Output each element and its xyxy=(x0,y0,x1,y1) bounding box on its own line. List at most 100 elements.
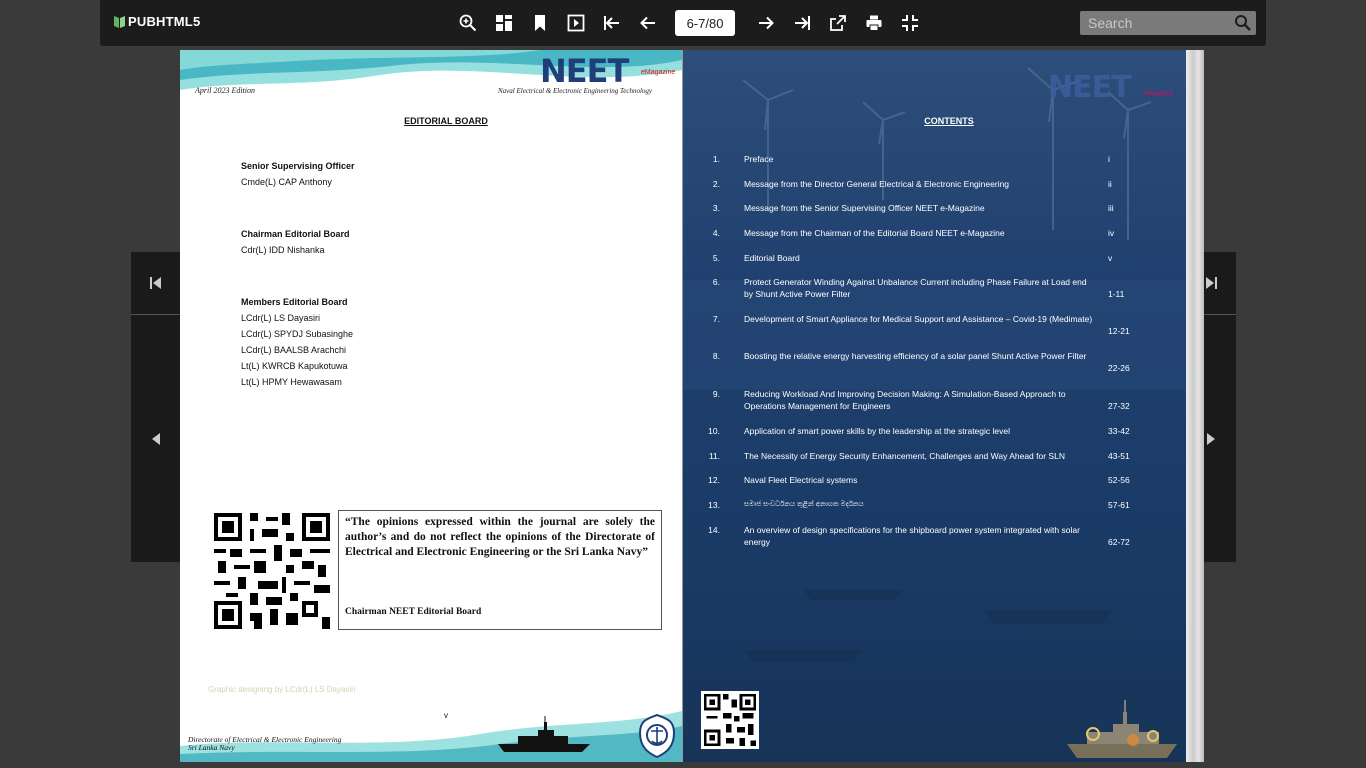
toc-title: Preface xyxy=(744,154,774,164)
print-button[interactable] xyxy=(862,11,886,35)
skip-to-first-icon xyxy=(150,277,161,289)
page-stack-edge xyxy=(1186,50,1204,762)
toc-number: 1. xyxy=(712,154,720,164)
first-page-button[interactable] xyxy=(600,11,624,35)
toc-number: 5. xyxy=(712,253,720,263)
toc-page: iii xyxy=(1108,203,1114,213)
toc-page: 52-56 xyxy=(1108,475,1130,485)
fullscreen-button[interactable] xyxy=(898,11,922,35)
edition-label: April 2023 Edition xyxy=(195,86,255,95)
section-heading: Senior Supervising Officer xyxy=(241,161,355,171)
section-heading: Chairman Editorial Board xyxy=(241,229,350,239)
single-page-icon xyxy=(567,14,585,32)
last-page-icon xyxy=(795,16,810,30)
toc-title: The Necessity of Energy Security Enhance… xyxy=(744,451,1065,461)
share-button[interactable] xyxy=(826,11,850,35)
toc-page: 62-72 xyxy=(1108,537,1130,547)
zoom-in-button[interactable] xyxy=(456,11,480,35)
toc-number: 2. xyxy=(712,179,720,189)
directorate-footer: Directorate of Electrical & Electronic E… xyxy=(188,736,341,752)
qr-code-image xyxy=(214,513,330,629)
thumbnails-icon xyxy=(496,15,512,31)
toc-title: Protect Generator Winding Against Unbala… xyxy=(744,277,1087,300)
toc-number: 8. xyxy=(712,351,720,361)
navy-crest-icon xyxy=(638,713,676,759)
page-number-input[interactable]: 6-7/80 xyxy=(675,10,735,36)
side-previous-page-button[interactable] xyxy=(131,315,181,562)
toc-page: ii xyxy=(1108,179,1112,189)
toc-number: 7. xyxy=(712,314,720,324)
toc-page: iv xyxy=(1108,228,1115,238)
toc-page: 27-32 xyxy=(1108,401,1130,411)
previous-page-icon xyxy=(640,16,655,30)
member-name: Lt(L) HPMY Hewawasam xyxy=(241,377,342,387)
disclaimer-signature: Chairman NEET Editorial Board xyxy=(345,607,482,617)
toc-title: Reducing Workload And Improving Decision… xyxy=(744,389,1066,412)
search-icon[interactable] xyxy=(1234,14,1252,32)
next-page-button[interactable] xyxy=(754,11,778,35)
disclaimer-box: “The opinions expressed within the journ… xyxy=(338,510,662,630)
members-section: Members Editorial Board LCdr(L) LS Dayas… xyxy=(241,297,353,393)
toc-page: i xyxy=(1108,154,1110,164)
toc-title: Development of Smart Appliance for Medic… xyxy=(744,314,1093,324)
member-name: LCdr(L) BAALSB Arachchi xyxy=(241,345,347,355)
zoom-in-icon xyxy=(459,14,477,32)
pubhtml5-logo[interactable]: PUBHTML5 xyxy=(114,14,200,29)
toc-number: 13. xyxy=(708,500,720,510)
member-name: Cmde(L) CAP Anthony xyxy=(241,177,332,187)
qr-code-image xyxy=(701,691,759,749)
skip-to-last-icon xyxy=(1206,277,1217,289)
page-title: CONTENTS xyxy=(924,116,974,126)
toc-page: 22-26 xyxy=(1108,363,1130,373)
toc-number: 4. xyxy=(712,228,720,238)
member-name: Lt(L) KWRCB Kapukotuwa xyxy=(241,361,348,371)
toc-title: An overview of design specifications for… xyxy=(744,525,1080,548)
footer-line: Sri Lanka Navy xyxy=(188,743,235,752)
toc-page: v xyxy=(1108,253,1113,263)
toc-page: 43-51 xyxy=(1108,451,1130,461)
bottom-wave-decoration xyxy=(180,711,682,762)
toc-number: 11. xyxy=(708,451,720,461)
toc-title: Message from the Chairman of the Editori… xyxy=(744,228,1005,238)
toc-title: Application of smart power skills by the… xyxy=(744,426,1010,436)
emagazine-label: eMagazine xyxy=(1144,91,1174,97)
thumbnails-button[interactable] xyxy=(492,11,516,35)
toc-page: 12-21 xyxy=(1108,326,1130,336)
side-first-page-button[interactable] xyxy=(131,252,181,315)
magazine-tagline: Naval Electrical & Electronic Engineerin… xyxy=(498,87,653,95)
senior-supervising-officer-section: Senior Supervising Officer Cmde(L) CAP A… xyxy=(241,161,355,193)
toc-title: සමාජ සංවර්ධනය තුළින් අනාගත මර්දනය xyxy=(744,501,864,508)
toc-page: 33-42 xyxy=(1108,426,1130,436)
bookmark-button[interactable] xyxy=(528,11,552,35)
toc-title: Message from the Senior Supervising Offi… xyxy=(744,203,985,213)
bookmark-icon xyxy=(535,15,545,31)
share-icon xyxy=(830,15,846,31)
emagazine-label: eMagazine xyxy=(641,69,676,76)
warship-silhouette-icon xyxy=(498,716,590,752)
design-credit: Graphic designing by LCdr(L) LS Dayasiri xyxy=(208,685,356,694)
single-page-button[interactable] xyxy=(564,11,588,35)
toc-title: Editorial Board xyxy=(744,253,800,263)
print-icon xyxy=(866,15,882,31)
chairman-section: Chairman Editorial Board Cdr(L) IDD Nish… xyxy=(241,229,350,261)
right-page-contents[interactable]: NEET eMagazine CONTENTS 1. Preface i 2. Mes… xyxy=(683,50,1186,762)
member-name: LCdr(L) LS Dayasiri xyxy=(241,313,321,323)
neet-brand-logo: NEET xyxy=(1048,70,1132,105)
search-input[interactable] xyxy=(1080,11,1236,35)
next-page-icon xyxy=(759,16,774,30)
toc-title: Message from the Director General Electr… xyxy=(744,179,1010,189)
left-side-nav xyxy=(131,252,181,562)
member-name: Cdr(L) IDD Nishanka xyxy=(241,245,325,255)
toc-number: 14. xyxy=(708,525,720,535)
book-logo-icon xyxy=(114,16,125,28)
toc-title: Boosting the relative energy harvesting … xyxy=(744,351,1087,361)
last-page-button[interactable] xyxy=(790,11,814,35)
triangle-left-icon xyxy=(152,432,160,445)
toc-number: 6. xyxy=(712,277,720,287)
fullscreen-icon xyxy=(902,15,918,31)
toc-number: 10. xyxy=(708,426,720,436)
previous-page-button[interactable] xyxy=(636,11,660,35)
toc-number: 9. xyxy=(712,389,720,399)
toc-page: 1-11 xyxy=(1108,289,1125,299)
left-page-editorial-board[interactable]: April 2023 Edition NEET eMagazine Naval … xyxy=(180,50,682,762)
